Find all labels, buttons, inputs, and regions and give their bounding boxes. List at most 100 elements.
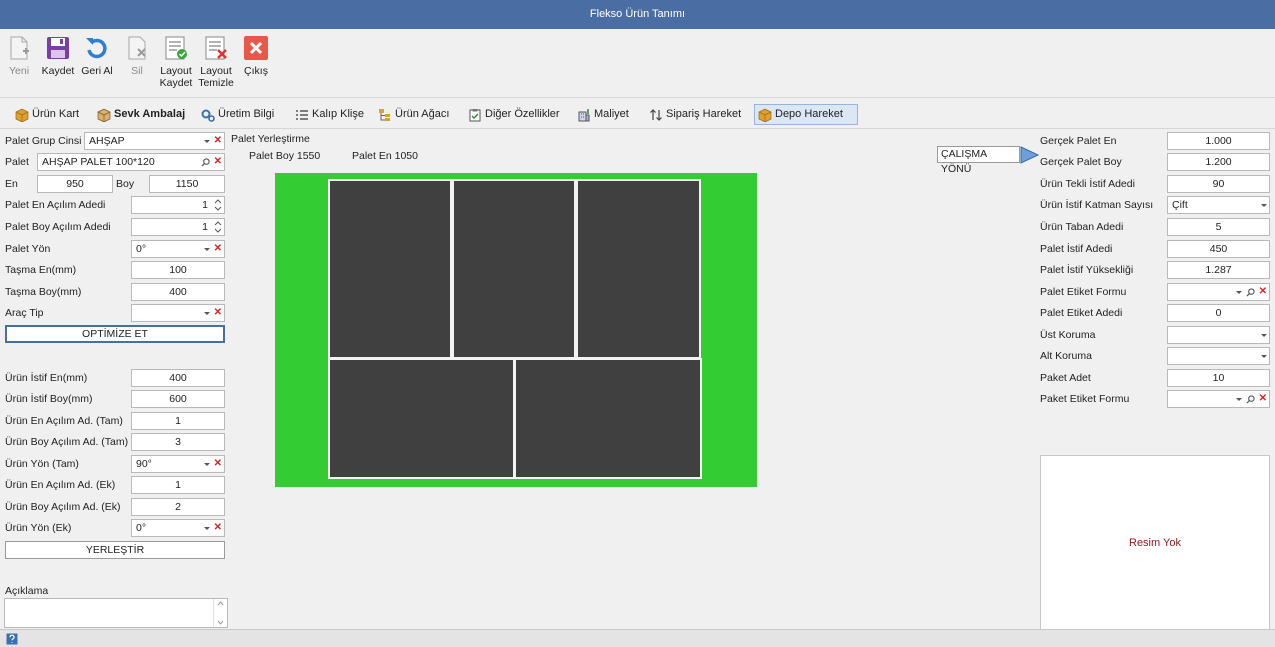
ust-koruma-select[interactable] (1167, 326, 1270, 344)
spin-arrows-icon[interactable] (214, 220, 222, 234)
layout-save-icon (165, 36, 187, 60)
palet-value: AHŞAP PALET 100*120 (42, 156, 155, 168)
paket-adet-label: Paket Adet (1040, 372, 1091, 384)
layout-save-button[interactable]: Layout Kaydet (158, 35, 194, 89)
urun-istif-boy-input[interactable]: 600 (131, 390, 225, 408)
tab-kalip-klise-label: Kalıp Klişe (312, 108, 364, 120)
search-icon[interactable] (201, 157, 210, 167)
palet-grup-cinsi-select[interactable]: AHŞAP ✕ (84, 132, 225, 150)
pallet-canvas (275, 173, 757, 487)
en-input[interactable]: 950 (37, 175, 113, 193)
help-icon[interactable] (6, 633, 18, 645)
clear-icon[interactable]: ✕ (1259, 287, 1267, 297)
tasma-en-input[interactable]: 100 (131, 261, 225, 279)
urun-istif-en-input[interactable]: 400 (131, 369, 225, 387)
exit-button[interactable]: Çıkış (243, 35, 269, 77)
delete-label: Sil (131, 65, 143, 77)
urun-istif-katman-label: Ürün İstif Katman Sayısı (1040, 199, 1154, 211)
clipboard-icon (469, 108, 481, 121)
urun-istif-katman-select[interactable]: Çift (1167, 196, 1270, 214)
ust-koruma-label: Üst Koruma (1040, 329, 1096, 341)
undo-icon (86, 38, 107, 59)
product-image-placeholder[interactable]: Resim Yok (1040, 455, 1270, 630)
dropdown-arrow-icon[interactable] (203, 311, 210, 315)
dropdown-arrow-icon[interactable] (1235, 290, 1242, 294)
urun-boy-acilim-ek-input[interactable]: 2 (131, 498, 225, 516)
search-icon[interactable] (1246, 394, 1255, 404)
tasma-boy-label: Taşma Boy(mm) (5, 286, 82, 298)
tab-maliyet[interactable]: Maliyet (574, 104, 633, 125)
urun-boy-acilim-ek-label: Ürün Boy Açılım Ad. (Ek) (5, 501, 121, 513)
urun-boy-acilim-tam-label: Ürün Boy Açılım Ad. (Tam) (5, 436, 129, 448)
calisma-yonu-button[interactable]: ÇALIŞMA YÖNÜ (937, 146, 1020, 175)
arrow-right-icon[interactable] (1020, 146, 1039, 164)
alt-koruma-select[interactable] (1167, 347, 1270, 365)
arac-tip-select[interactable]: ✕ (131, 304, 225, 322)
palet-yon-select[interactable]: 0° ✕ (131, 240, 225, 258)
pallet-box (328, 179, 452, 359)
spin-arrows-icon[interactable] (214, 198, 222, 212)
clear-icon[interactable]: ✕ (214, 308, 222, 318)
tab-siparis-hareket[interactable]: Sipariş Hareket (646, 104, 745, 125)
palet-istif-adedi-input[interactable]: 450 (1167, 240, 1270, 258)
delete-button[interactable]: Sil (124, 35, 150, 77)
palet-lookup[interactable]: AHŞAP PALET 100*120 ✕ (37, 153, 225, 171)
clear-icon[interactable]: ✕ (214, 157, 222, 167)
optimize-button[interactable]: OPTİMİZE ET (5, 325, 225, 343)
save-button[interactable]: Kaydet (40, 35, 76, 77)
yerlestir-button[interactable]: YERLEŞTİR (5, 541, 225, 559)
tab-kalip-klise[interactable]: Kalıp Klişe (292, 104, 368, 125)
dropdown-arrow-icon[interactable] (1235, 397, 1242, 401)
urun-istif-katman-value: Çift (1172, 199, 1188, 211)
urun-yon-ek-select[interactable]: 0° ✕ (131, 519, 225, 537)
urun-taban-adedi-input[interactable]: 5 (1167, 218, 1270, 236)
urun-tekli-istif-input[interactable]: 90 (1167, 175, 1270, 193)
urun-en-acilim-tam-input[interactable]: 1 (131, 412, 225, 430)
paket-etiket-formu-lookup[interactable]: ✕ (1167, 390, 1270, 408)
dropdown-arrow-icon[interactable] (1261, 203, 1267, 207)
clear-icon[interactable]: ✕ (214, 523, 222, 533)
scrollbar[interactable] (213, 599, 227, 627)
palet-label: Palet (5, 156, 29, 168)
tab-urun-agaci[interactable]: Ürün Ağacı (375, 104, 453, 125)
pallet-box (452, 179, 576, 359)
clear-icon[interactable]: ✕ (1259, 394, 1267, 404)
clear-icon[interactable]: ✕ (214, 136, 222, 146)
gercek-palet-en-input[interactable]: 1.000 (1167, 132, 1270, 150)
dropdown-arrow-icon[interactable] (203, 139, 210, 143)
paket-adet-input[interactable]: 10 (1167, 369, 1270, 387)
tasma-boy-input[interactable]: 400 (131, 283, 225, 301)
sort-arrows-icon (650, 108, 662, 121)
tab-sevk-ambalaj[interactable]: Sevk Ambalaj (94, 104, 189, 125)
tab-urun-kart[interactable]: Ürün Kart (12, 104, 83, 125)
clear-icon[interactable]: ✕ (214, 459, 222, 469)
layout-clear-button[interactable]: Layout Temizle (197, 35, 235, 89)
urun-boy-acilim-tam-input[interactable]: 3 (131, 433, 225, 451)
dropdown-arrow-icon[interactable] (1261, 333, 1267, 337)
tasma-en-label: Taşma En(mm) (5, 264, 77, 276)
boy-input[interactable]: 1150 (149, 175, 225, 193)
gercek-palet-boy-input[interactable]: 1.200 (1167, 153, 1270, 171)
layout-clear-icon (205, 36, 227, 60)
dropdown-arrow-icon[interactable] (203, 526, 210, 530)
dropdown-arrow-icon[interactable] (1261, 354, 1267, 358)
new-button[interactable]: Yeni (6, 35, 32, 77)
palet-etiket-adedi-input[interactable]: 0 (1167, 304, 1270, 322)
dropdown-arrow-icon[interactable] (203, 462, 210, 466)
tab-uretim-bilgi[interactable]: Üretim Bilgi (198, 104, 278, 125)
palet-en-acilim-stepper[interactable]: 1 (131, 196, 225, 214)
search-icon[interactable] (1246, 287, 1255, 297)
palet-boy-acilim-stepper[interactable]: 1 (131, 218, 225, 236)
palet-etiket-formu-lookup[interactable]: ✕ (1167, 283, 1270, 301)
dropdown-arrow-icon[interactable] (203, 247, 210, 251)
tab-sevk-ambalaj-label: Sevk Ambalaj (114, 108, 186, 120)
aciklama-textarea[interactable] (4, 598, 228, 628)
clear-icon[interactable]: ✕ (214, 244, 222, 254)
urun-en-acilim-ek-input[interactable]: 1 (131, 476, 225, 494)
pallet-box (514, 358, 702, 479)
tab-diger-ozellikler[interactable]: Diğer Özellikler (465, 104, 564, 125)
tab-depo-hareket[interactable]: Depo Hareket (754, 104, 858, 125)
undo-button[interactable]: Geri Al (80, 35, 114, 77)
urun-yon-tam-select[interactable]: 90° ✕ (131, 455, 225, 473)
palet-istif-yuksekligi-input[interactable]: 1.287 (1167, 261, 1270, 279)
